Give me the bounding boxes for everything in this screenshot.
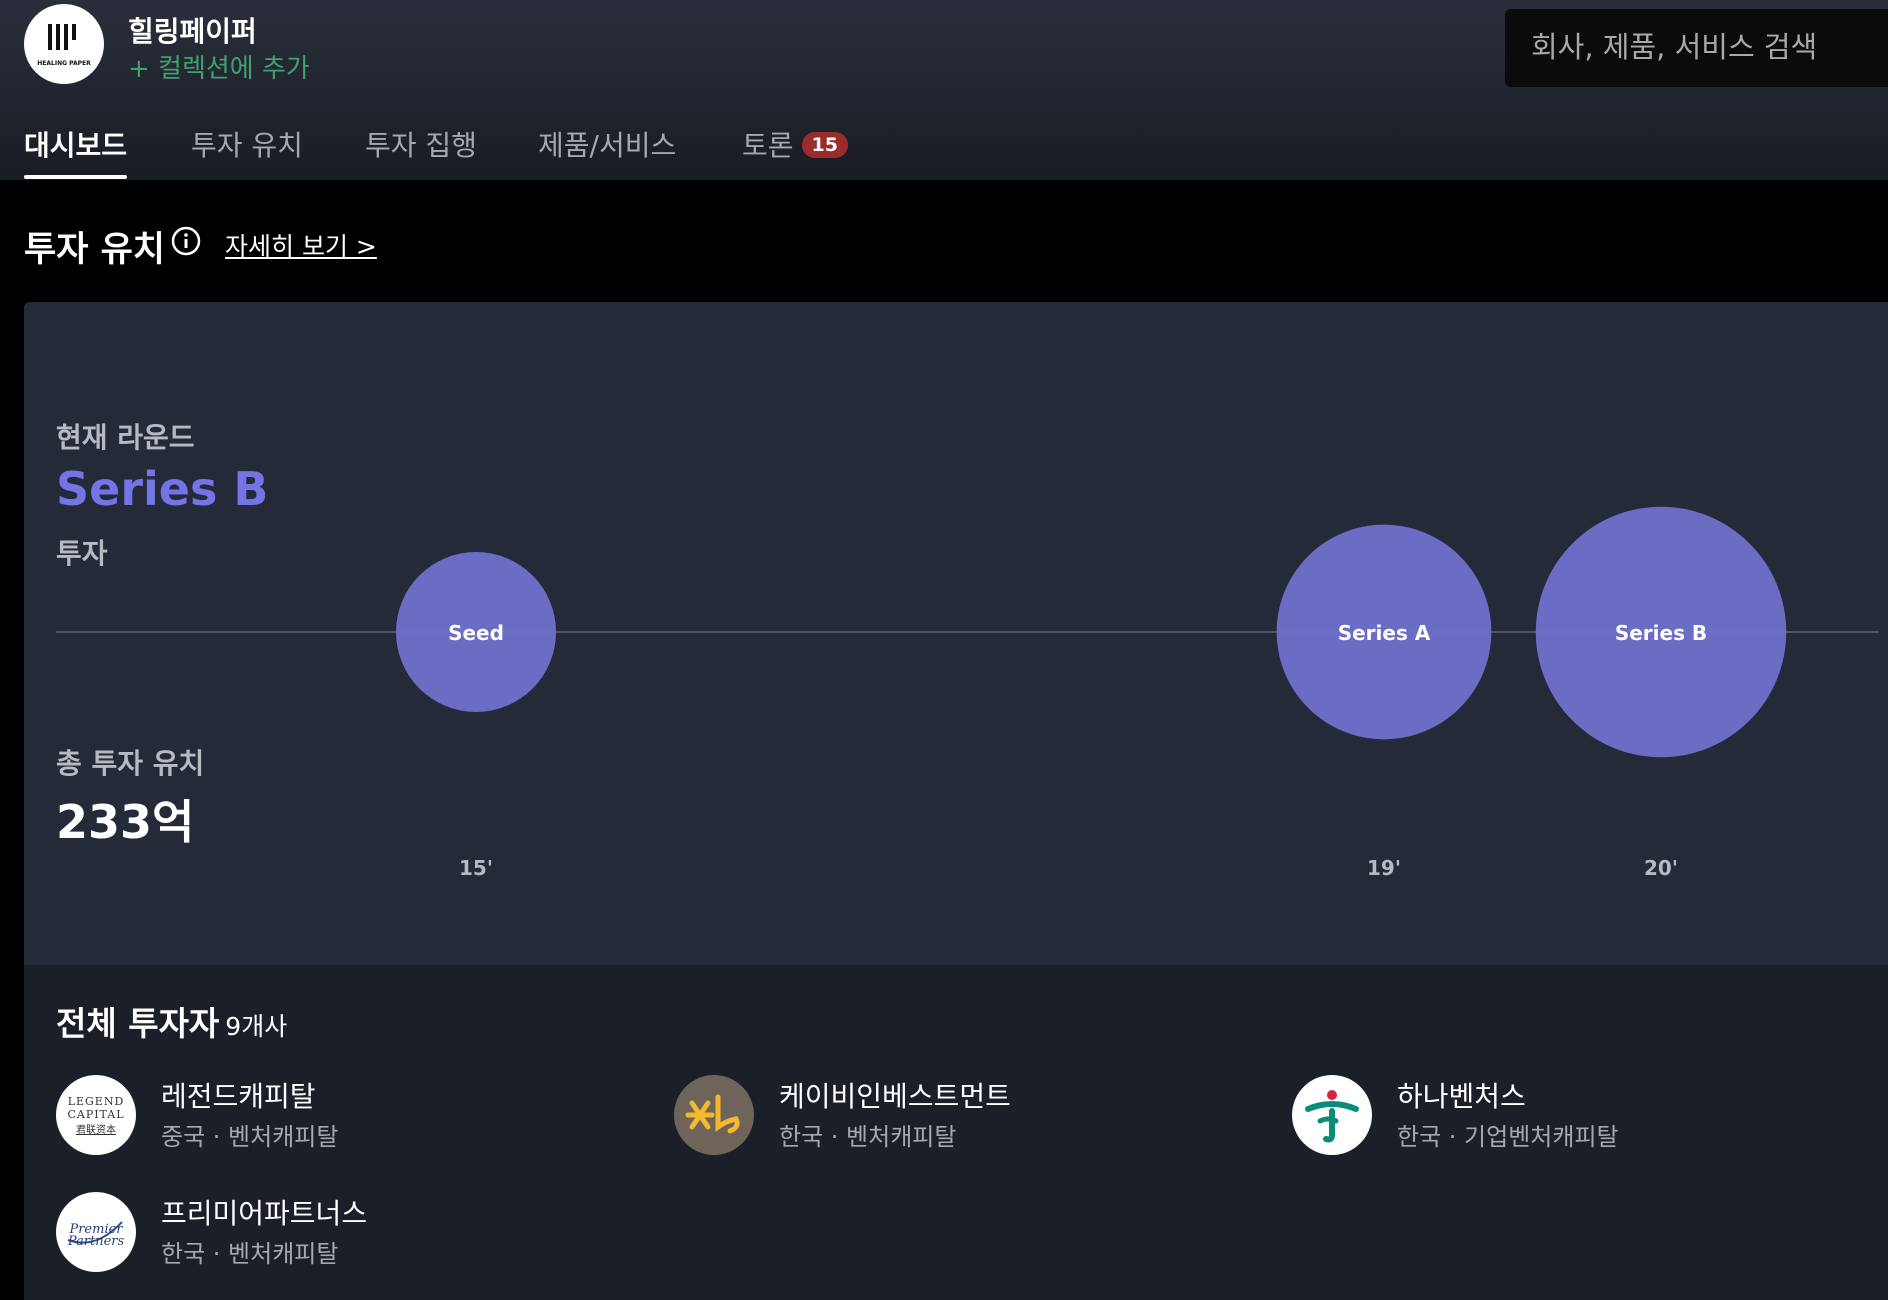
investor-item[interactable]: LEGEND CAPITAL 君联资本 레전드캐피탈 중국 · 벤처캐피탈 bbox=[56, 1075, 616, 1157]
tab-discussion[interactable]: 토론 15 bbox=[742, 124, 848, 164]
section-title: 투자 유치 bbox=[24, 230, 165, 270]
legend-logo-line3: 君联资本 bbox=[76, 1125, 116, 1136]
investor-item[interactable]: 하나벤처스 한국 · 기업벤처캐피탈 bbox=[1292, 1075, 1852, 1157]
kb-logo bbox=[674, 1075, 754, 1155]
premier-partners-logo: Premier Partners bbox=[56, 1192, 136, 1272]
investors-count: 9개사 bbox=[225, 1012, 288, 1041]
investor-name: 레전드캐피탈 bbox=[161, 1080, 316, 1113]
company-name: 힐링페이퍼 bbox=[128, 15, 257, 48]
round-bubble-label: Series B bbox=[1615, 621, 1707, 645]
investors-section: 전체 투자자 9개사 LEGEND CAPITAL 君联资本 레전드캐피탈 중국 … bbox=[24, 965, 1888, 1300]
premier-logo-line2: Partners bbox=[67, 1234, 125, 1249]
search-box[interactable] bbox=[1505, 9, 1888, 87]
round-bubble-label: Series A bbox=[1338, 621, 1431, 645]
investor-item[interactable]: Premier Partners 프리미어파트너스 한국 · 벤처캐피탈 bbox=[56, 1192, 616, 1274]
view-details-link[interactable]: 자세히 보기 > bbox=[225, 227, 377, 263]
tab-discussion-label: 토론 bbox=[742, 129, 794, 162]
active-tab-indicator bbox=[24, 175, 127, 179]
add-to-collection-link[interactable]: + 컬렉션에 추가 bbox=[128, 48, 310, 85]
current-round-label: 현재 라운드 bbox=[56, 421, 195, 454]
investor-name: 케이비인베스트먼트 bbox=[779, 1080, 1011, 1113]
hana-symbol-icon bbox=[1305, 1090, 1359, 1143]
round-year-label: 19' bbox=[1367, 856, 1401, 880]
tab-fundraising[interactable]: 투자 유치 bbox=[191, 124, 303, 164]
investors-title-text: 전체 투자자 bbox=[56, 1004, 220, 1043]
logo-bars-icon bbox=[48, 24, 82, 52]
round-year-label: 15' bbox=[459, 856, 493, 880]
tab-products[interactable]: 제품/서비스 bbox=[538, 124, 676, 164]
legend-capital-logo: LEGEND CAPITAL 君联资本 bbox=[56, 1075, 136, 1155]
tab-dashboard[interactable]: 대시보드 bbox=[24, 124, 127, 164]
round-year-label: 20' bbox=[1644, 856, 1678, 880]
total-funding-value: 233억 bbox=[56, 795, 195, 849]
investor-item[interactable]: 케이비인베스트먼트 한국 · 벤처캐피탈 bbox=[674, 1075, 1234, 1157]
logo-text: HEALING PAPER bbox=[37, 60, 91, 67]
investor-meta: 한국 · 벤처캐피탈 bbox=[779, 1123, 957, 1151]
tab-investments[interactable]: 투자 집행 bbox=[365, 124, 477, 164]
round-bubble-label: Seed bbox=[448, 621, 504, 645]
kb-star-icon bbox=[685, 1094, 740, 1134]
round-type: 투자 bbox=[56, 537, 108, 570]
total-funding-label: 총 투자 유치 bbox=[56, 747, 205, 780]
funding-chart-area: Seed 15' Series A 19' Series B 20' 현재 라운드 Ser… bbox=[24, 302, 1888, 965]
investor-meta: 한국 · 벤처캐피탈 bbox=[161, 1240, 339, 1268]
investor-name: 하나벤처스 bbox=[1397, 1080, 1526, 1113]
legend-logo-line2: CAPITAL bbox=[67, 1108, 125, 1121]
discussion-count-badge: 15 bbox=[801, 132, 848, 158]
hana-logo bbox=[1292, 1075, 1372, 1155]
search-input[interactable] bbox=[1531, 27, 1881, 67]
tab-bar: 대시보드 투자 유치 투자 집행 제품/서비스 토론 15 bbox=[0, 120, 1888, 180]
funding-rounds-chart: Seed 15' Series A 19' Series B 20' bbox=[56, 506, 1879, 880]
investor-meta: 중국 · 벤처캐피탈 bbox=[161, 1123, 339, 1151]
legend-logo-line1: LEGEND bbox=[67, 1095, 125, 1108]
company-header: HEALING PAPER 힐링페이퍼 + 컬렉션에 추가 대시보드 투자 유치… bbox=[0, 0, 1888, 180]
investor-name: 프리미어파트너스 bbox=[161, 1197, 368, 1230]
funding-card: Seed 15' Series A 19' Series B 20' 현재 라운드 Ser… bbox=[24, 302, 1888, 1300]
investors-title: 전체 투자자 9개사 bbox=[56, 997, 287, 1045]
current-round-value: Series B bbox=[56, 462, 269, 516]
investor-meta: 한국 · 기업벤처캐피탈 bbox=[1397, 1123, 1619, 1151]
company-logo: HEALING PAPER bbox=[24, 4, 104, 84]
info-icon[interactable] bbox=[171, 226, 201, 256]
